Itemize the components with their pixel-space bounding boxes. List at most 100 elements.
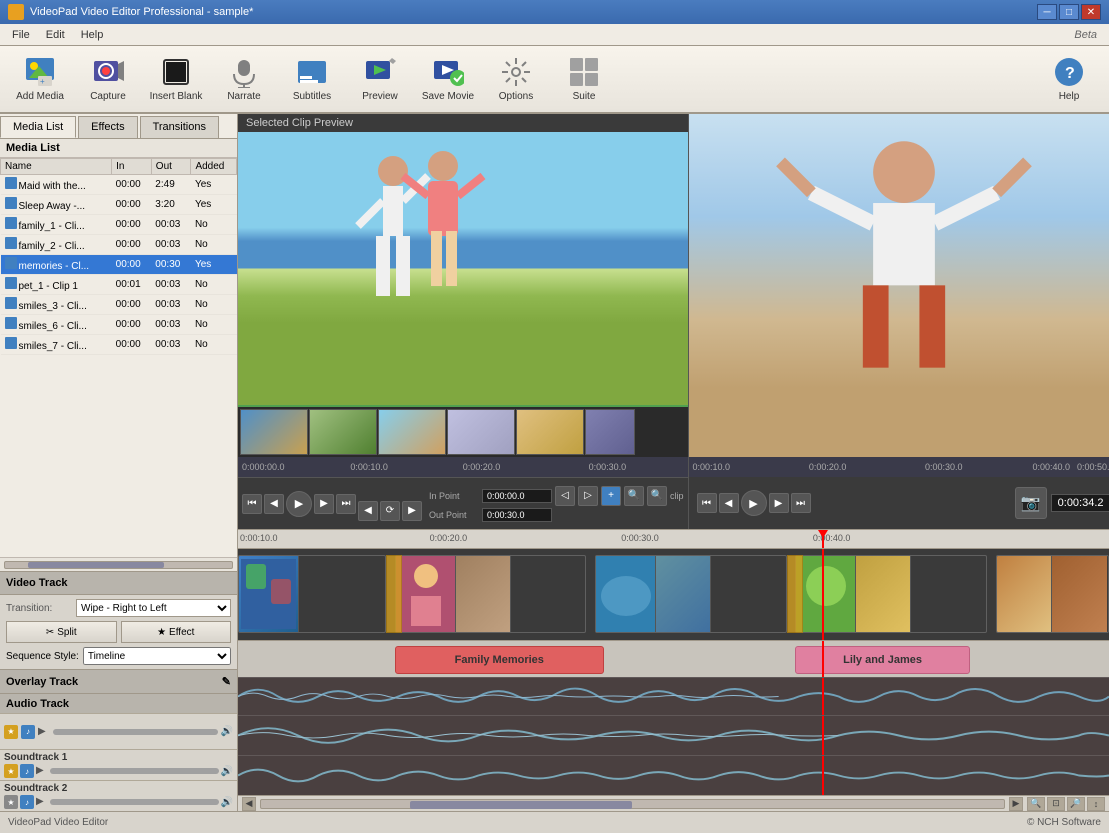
tab-media-list[interactable]: Media List [0,116,76,138]
audio-volume-slider[interactable] [53,729,218,735]
preview-button[interactable]: Preview [348,50,412,108]
timeline-clip-2[interactable] [395,555,587,633]
capture-button[interactable]: Capture [76,50,140,108]
zoom-in-btn[interactable]: 🔎 [1067,797,1085,811]
thumb-4[interactable] [447,409,515,455]
options-button[interactable]: Options [484,50,548,108]
narrate-button[interactable]: Narrate [212,50,276,108]
scroll-left-btn[interactable]: ◀ [242,797,256,811]
split-button[interactable]: ✂ Split [6,621,117,643]
zoom-reset-btn[interactable]: ↕ [1087,797,1105,811]
soundtrack-1-row [238,715,1109,755]
media-list-item[interactable]: smiles_3 - Cli... 00:00 00:03 No [1,295,237,315]
st1-play-icon[interactable]: ▶ [36,765,48,777]
clip-rewind-btn[interactable]: ⏮ [242,494,262,514]
suite-button[interactable]: Suite [552,50,616,108]
seq-next-frame-btn[interactable]: ▶ [769,493,789,513]
thumb-6[interactable] [585,409,635,455]
clip-play-btn[interactable]: ▶ [286,491,312,517]
seq-snapshot-btn[interactable]: 📷 [1015,487,1047,519]
insert-blank-button[interactable]: Insert Blank [144,50,208,108]
add-media-button[interactable]: + Add Media [8,50,72,108]
media-item-in: 00:00 [112,255,152,275]
thumb-5[interactable] [516,409,584,455]
transition-select[interactable]: Wipe - Right to Left [76,599,231,617]
zoom-out-btn[interactable]: 🔍 [1027,797,1045,811]
h-scrollbar-track[interactable] [260,799,1005,809]
sequence-style-select[interactable]: Timeline [83,647,231,665]
clip-thumbnail-strip [238,405,688,457]
seq-rewind-btn[interactable]: ⏮ [697,493,717,513]
minimize-button[interactable]: ─ [1037,4,1057,20]
subtitles-button[interactable]: Subtitles [280,50,344,108]
menu-edit[interactable]: Edit [38,27,73,43]
media-list-item[interactable]: pet_1 - Clip 1 00:01 00:03 No [1,275,237,295]
media-list-scrollbar[interactable] [0,557,237,571]
st1-mute-icon[interactable]: ♪ [20,764,34,778]
media-list-item[interactable]: family_2 - Cli... 00:00 00:03 No [1,235,237,255]
clip-next-btn-2[interactable]: ▶ [402,501,422,521]
overlay-clip-family-memories[interactable]: Family Memories [395,646,604,674]
close-button[interactable]: ✕ [1081,4,1101,20]
effect-button[interactable]: ★ Effect [121,621,232,643]
st1-volume-slider[interactable] [50,768,219,774]
tab-effects[interactable]: Effects [78,116,137,138]
audio-play-icon[interactable]: ▶ [38,726,50,738]
media-list-item[interactable]: memories - Cl... 00:00 00:30 Yes [1,255,237,275]
seq-prev-frame-btn[interactable]: ◀ [719,493,739,513]
overlay-playhead-line [822,641,824,678]
add-to-seq-btn[interactable]: + [601,486,621,506]
audio-star-icon[interactable]: ★ [4,725,18,739]
go-to-in-btn[interactable]: ▷ [578,486,598,506]
help-button[interactable]: ? Help [1037,50,1101,108]
media-list-item[interactable]: Maid with the... 00:00 2:49 Yes [1,175,237,195]
seq-forward-btn[interactable]: ⏭ [791,493,811,513]
timeline-clip-5[interactable] [996,555,1109,633]
soundtrack-1-header: Soundtrack 1 ★ ♪ ▶ 🔊 [0,749,237,780]
thumb-3[interactable] [378,409,446,455]
clip-prev-frame-btn[interactable]: ◀ [264,494,284,514]
media-item-added: No [191,295,237,315]
set-in-btn[interactable]: ◁ [555,486,575,506]
seq-timecode[interactable]: 0:00:34.2 [1051,494,1109,512]
audio-track-content [238,677,1109,715]
save-movie-label: Save Movie [422,91,474,102]
st2-star-icon[interactable]: ★ [4,795,18,809]
zoom-fit-btn[interactable]: ⊡ [1047,797,1065,811]
h-scrollbar-thumb[interactable] [410,801,633,809]
st2-play-icon[interactable]: ▶ [36,796,48,808]
timeline-clip-1[interactable] [238,555,386,633]
st2-volume-slider[interactable] [50,799,219,805]
media-list-item[interactable]: family_1 - Cli... 00:00 00:03 No [1,215,237,235]
timeline-clip-4[interactable] [795,555,987,633]
timeline-clip-3[interactable] [595,555,787,633]
thumb-2[interactable] [309,409,377,455]
in-point-value[interactable]: 0:00:00.0 [482,489,552,503]
st1-star-icon[interactable]: ★ [4,764,18,778]
overlay-edit-icon[interactable]: ✎ [222,675,231,688]
clip-loop-btn[interactable]: ⟳ [380,501,400,521]
save-movie-button[interactable]: Save Movie [416,50,480,108]
menu-help[interactable]: Help [73,27,112,43]
maximize-button[interactable]: □ [1059,4,1079,20]
clip-next-frame-btn[interactable]: ▶ [314,494,334,514]
clip-zoom-out-btn[interactable]: 🔍 [624,486,644,506]
st2-vol-icon: 🔊 [221,797,233,808]
media-list-item[interactable]: smiles_7 - Cli... 00:00 00:03 No [1,335,237,355]
thumb-1[interactable] [240,409,308,455]
effect-label: Effect [169,627,194,638]
out-point-value[interactable]: 0:00:30.0 [482,508,552,522]
clip-preview-image [238,132,688,405]
st2-mute-icon[interactable]: ♪ [20,795,34,809]
audio-mute-icon[interactable]: ♪ [21,725,35,739]
clip-zoom-in-btn[interactable]: 🔍 [647,486,667,506]
media-list-item[interactable]: Sleep Away -... 00:00 3:20 Yes [1,195,237,215]
clip-forward-btn[interactable]: ⏭ [336,494,356,514]
media-item-in: 00:00 [112,315,152,335]
media-list-item[interactable]: smiles_6 - Cli... 00:00 00:03 No [1,315,237,335]
tab-transitions[interactable]: Transitions [140,116,219,138]
seq-play-btn[interactable]: ▶ [741,490,767,516]
clip-prev-btn-2[interactable]: ◀ [358,501,378,521]
scroll-right-btn[interactable]: ▶ [1009,797,1023,811]
menu-file[interactable]: File [4,27,38,43]
